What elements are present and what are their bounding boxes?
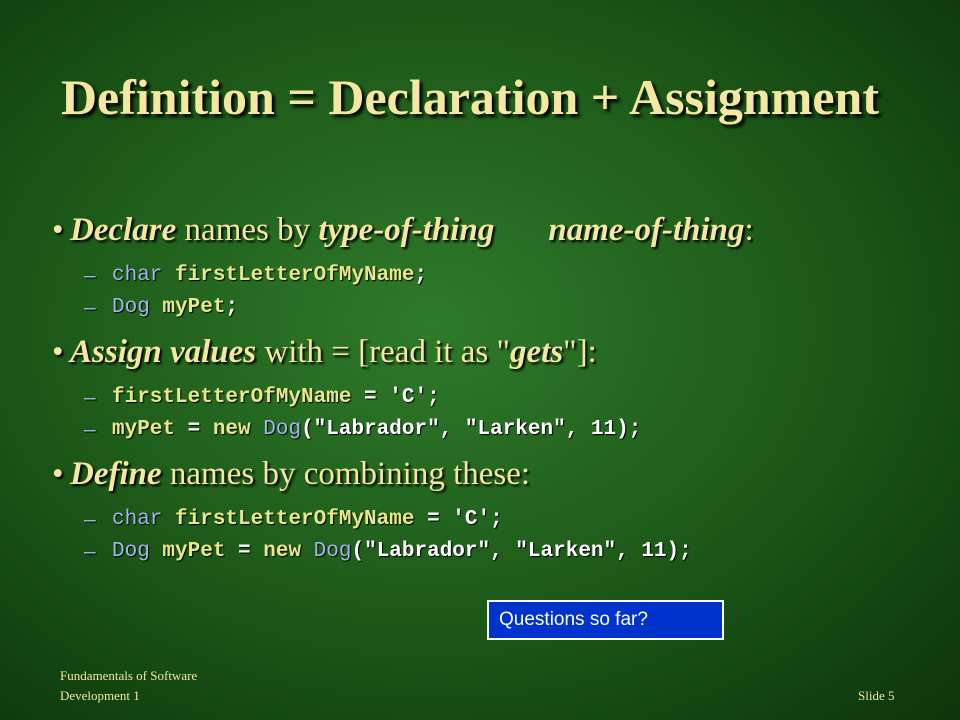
term-declare: Declare bbox=[70, 212, 177, 248]
bullet-dot-icon: • bbox=[52, 212, 64, 248]
code-identifier: myPet bbox=[149, 540, 226, 563]
code-line: – Dog myPet; bbox=[70, 292, 930, 324]
code-line: – char firstLetterOfMyName = 'C'; bbox=[70, 504, 930, 536]
footer-course-line2: Development 1 bbox=[60, 688, 140, 703]
dash-icon: – bbox=[84, 296, 96, 319]
code-type: char bbox=[112, 264, 163, 287]
questions-box: Questions so far? bbox=[487, 600, 724, 640]
dash-icon: – bbox=[84, 386, 96, 409]
term-assign: Assign bbox=[70, 334, 162, 370]
code-type: Dog bbox=[301, 540, 352, 563]
code-type: Dog bbox=[112, 540, 150, 563]
term-values: values bbox=[169, 334, 257, 370]
code-op: = 'C'; bbox=[414, 508, 503, 531]
bullet-end: : bbox=[744, 212, 754, 248]
code-line: – firstLetterOfMyName = 'C'; bbox=[70, 382, 930, 414]
bullet-end: "]: bbox=[563, 334, 597, 370]
code-op: = 'C'; bbox=[351, 386, 440, 409]
code-identifier: firstLetterOfMyName bbox=[112, 386, 352, 409]
dash-icon: – bbox=[84, 418, 96, 441]
code-type: Dog bbox=[112, 296, 150, 319]
term-define: Define bbox=[70, 456, 162, 492]
code-op: = bbox=[225, 540, 264, 563]
bullet-define: • Define names by combining these: bbox=[52, 454, 930, 494]
dash-icon: – bbox=[84, 540, 96, 563]
code-keyword: new bbox=[212, 418, 251, 441]
footer-course-line1: Fundamentals of Software bbox=[60, 668, 198, 683]
code-op: ; bbox=[414, 264, 428, 287]
bullet-dot-icon: • bbox=[52, 334, 64, 370]
bullet-declare: • Declare names by type-of-thing name-of-… bbox=[52, 210, 930, 250]
slide: Definition = Declaration + Assignment • … bbox=[0, 0, 960, 720]
code-line: – char firstLetterOfMyName; bbox=[70, 260, 930, 292]
bullet-text: with = [read it as " bbox=[256, 334, 510, 370]
bullet-dot-icon: • bbox=[52, 456, 64, 492]
dash-icon: – bbox=[84, 508, 96, 531]
name-of-thing: name-of-thing bbox=[548, 212, 745, 248]
code-op: ; bbox=[225, 296, 239, 319]
bullet-list: • Declare names by type-of-thing name-of-… bbox=[52, 210, 930, 576]
bullet-text: names by combining these: bbox=[161, 456, 531, 492]
code-op: = bbox=[175, 418, 213, 441]
code-keyword: new bbox=[263, 540, 302, 563]
code-line: – Dog myPet = new Dog("Labrador", "Larken… bbox=[70, 536, 930, 568]
code-args: ("Labrador", "Larken", 11); bbox=[301, 418, 642, 441]
footer-course: Fundamentals of Software Development 1 bbox=[60, 666, 197, 706]
code-identifier: myPet bbox=[149, 296, 226, 319]
bullet-text: names by bbox=[176, 212, 319, 248]
dash-icon: – bbox=[84, 264, 96, 287]
code-type: char bbox=[112, 508, 163, 531]
code-args: ("Labrador", "Larken", 11); bbox=[351, 540, 692, 563]
slide-number: Slide 5 bbox=[858, 688, 895, 703]
code-line: – myPet = new Dog("Labrador", "Larken", 1… bbox=[70, 414, 930, 446]
code-identifier: myPet bbox=[112, 418, 176, 441]
code-identifier: firstLetterOfMyName bbox=[162, 508, 415, 531]
slide-title: Definition = Declaration + Assignment bbox=[60, 69, 880, 125]
type-of-thing: type-of-thing bbox=[318, 212, 495, 248]
bullet-assign: • Assign values with = [read it as "gets… bbox=[52, 332, 930, 372]
code-identifier: firstLetterOfMyName bbox=[162, 264, 415, 287]
code-type: Dog bbox=[250, 418, 302, 441]
term-gets: gets bbox=[510, 334, 564, 370]
